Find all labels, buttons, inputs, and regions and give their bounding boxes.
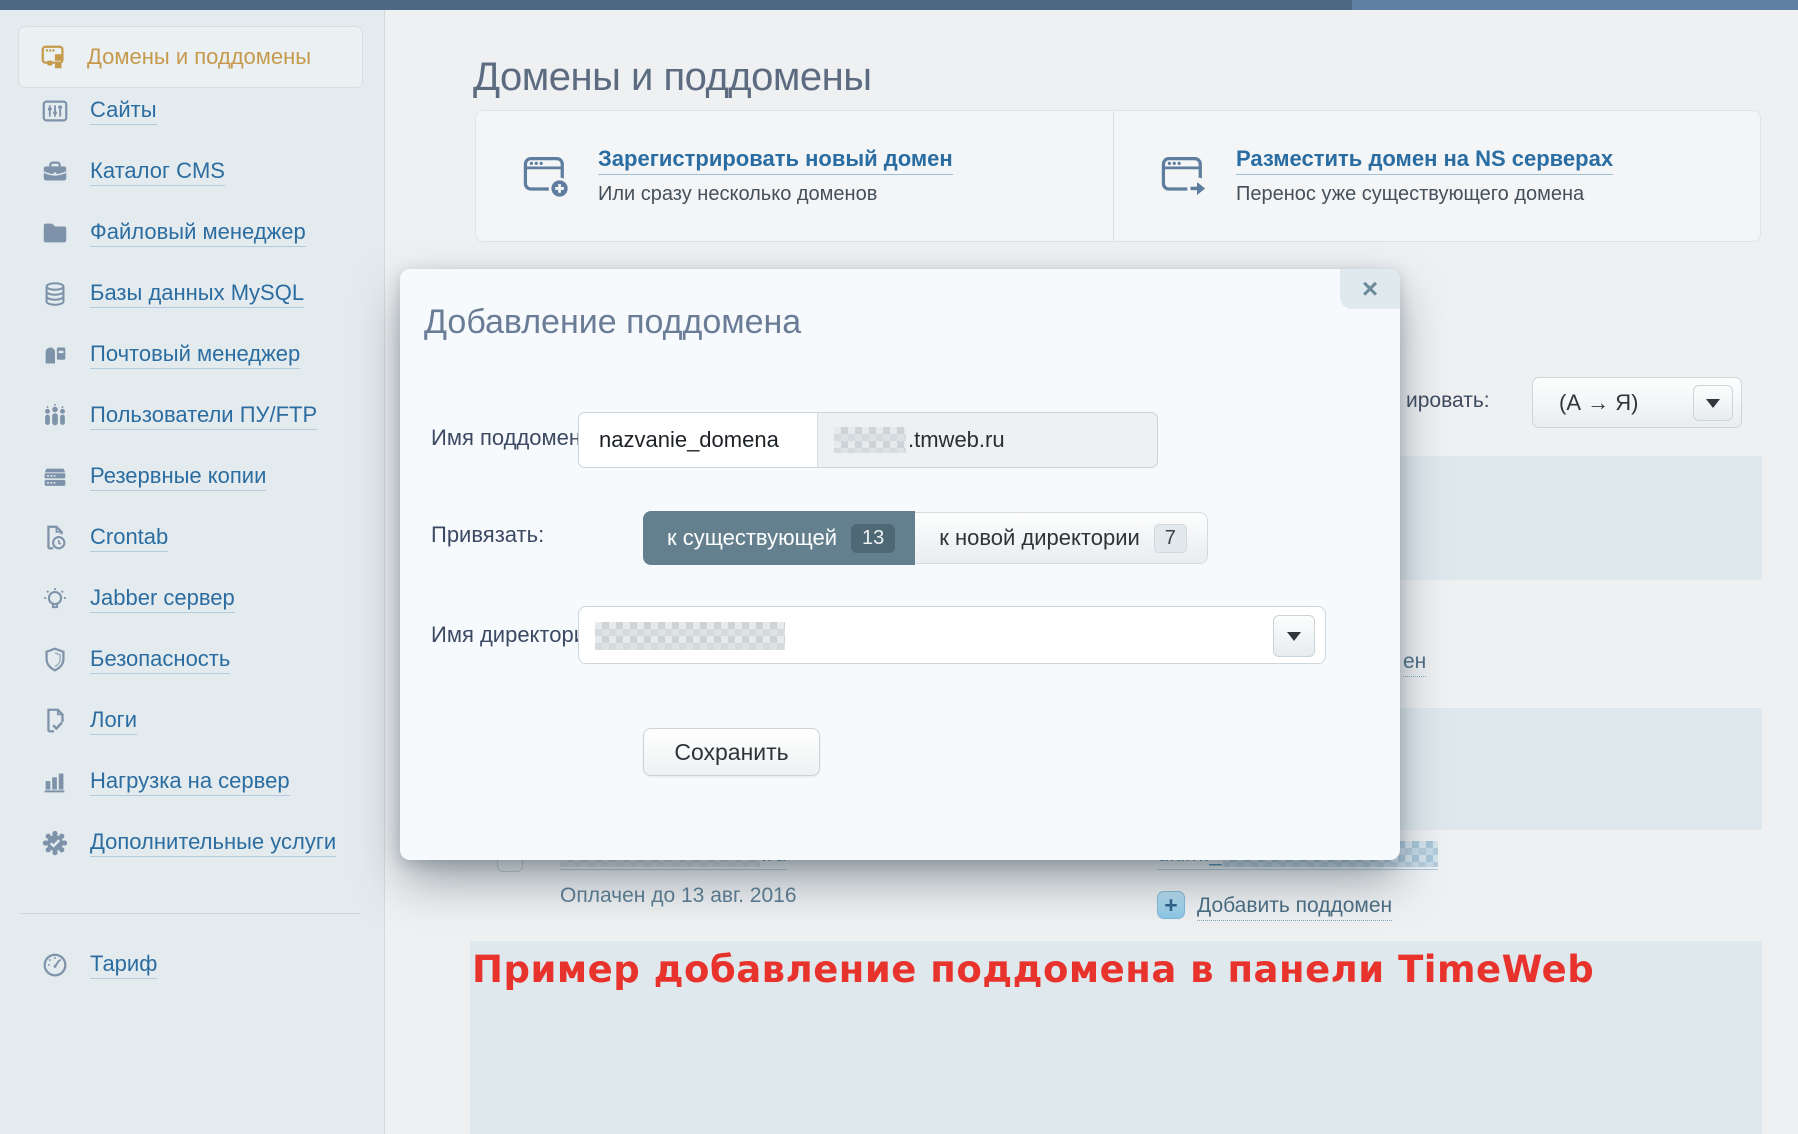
bind-new-directory-option[interactable]: к новой директории 7	[915, 512, 1208, 564]
register-domain-subtitle: Или сразу несколько доменов	[598, 183, 953, 206]
sidebar-item-mysql[interactable]: Базы данных MySQL	[0, 263, 384, 324]
sidebar-item-label: Jabber сервер	[90, 585, 235, 613]
domain-suffix-text: .tmweb.ru	[908, 427, 1005, 453]
sites-icon	[40, 96, 70, 126]
chevron-down-icon	[1287, 632, 1301, 641]
domains-icon	[39, 42, 69, 72]
sidebar-item-label: Логи	[90, 707, 137, 735]
sidebar-item-label: Почтовый менеджер	[90, 341, 300, 369]
sidebar-item-jabber[interactable]: Jabber сервер	[0, 568, 384, 629]
page-title: Домены и поддомены	[473, 55, 871, 100]
users-icon	[40, 401, 70, 431]
sidebar-item-label: Файловый менеджер	[90, 219, 306, 247]
sidebar-item-logs[interactable]: Логи	[0, 690, 384, 751]
sidebar-item-label: Базы данных MySQL	[90, 280, 304, 308]
jabber-icon	[40, 584, 70, 614]
sidebar-item-crontab[interactable]: Crontab	[0, 507, 384, 568]
top-accent-bar	[0, 0, 1798, 10]
sidebar-item-cms-catalog[interactable]: Каталог CMS	[0, 141, 384, 202]
directory-select[interactable]	[578, 606, 1326, 664]
directory-select-button[interactable]	[1273, 615, 1315, 657]
subdomain-name-input[interactable]	[578, 412, 818, 468]
count-badge: 13	[851, 524, 895, 553]
chevron-down-icon	[1706, 399, 1720, 408]
bind-label: Привязать:	[431, 522, 544, 548]
sidebar-item-mail-manager[interactable]: Почтовый менеджер	[0, 324, 384, 385]
sidebar-divider	[20, 913, 360, 914]
host-domain-icon	[1158, 150, 1210, 202]
file-manager-icon	[40, 218, 70, 248]
sidebar-item-security[interactable]: Безопасность	[0, 629, 384, 690]
bind-existing-directory-option[interactable]: к существующей 13	[643, 511, 915, 565]
host-domain-subtitle: Перенос уже существующего домена	[1236, 183, 1613, 206]
sidebar-item-users-ftp[interactable]: Пользователи ПУ/FTP	[0, 385, 384, 446]
crontab-icon	[40, 523, 70, 553]
sidebar-item-label: Каталог CMS	[90, 158, 225, 186]
cms-catalog-icon	[40, 157, 70, 187]
directory-bind-toggle: к существующей 13 к новой директории 7	[643, 511, 1208, 565]
sidebar-item-server-load[interactable]: Нагрузка на сервер	[0, 751, 384, 812]
sidebar-item-domains[interactable]: Домены и поддомены	[18, 26, 363, 88]
server-load-icon	[40, 767, 70, 797]
mysql-icon	[40, 279, 70, 309]
modal-close-button[interactable]: ×	[1340, 269, 1400, 309]
register-domain-icon	[520, 150, 572, 202]
sort-value: (А → Я)	[1533, 390, 1638, 416]
sidebar-item-label: Crontab	[90, 524, 168, 552]
sort-dropdown-button[interactable]	[1693, 385, 1733, 421]
mail-manager-icon	[40, 340, 70, 370]
extra-services-icon	[40, 828, 70, 858]
sidebar-item-label: Дополнительные услуги	[90, 829, 336, 857]
sidebar-item-sites[interactable]: Сайты	[0, 80, 384, 141]
domain-suffix-field: .tmweb.ru	[818, 412, 1158, 468]
backups-icon	[40, 462, 70, 492]
security-icon	[40, 645, 70, 675]
count-badge: 7	[1154, 524, 1187, 553]
sidebar-item-label: Пользователи ПУ/FTP	[90, 402, 317, 430]
top-accent-bar-right	[1352, 0, 1798, 10]
sidebar-item-file-manager[interactable]: Файловый менеджер	[0, 202, 384, 263]
sidebar-item-label: Резервные копии	[90, 463, 266, 491]
register-domain-action: Зарегистрировать новый домен Или сразу н…	[476, 111, 1113, 241]
host-domain-link[interactable]: Разместить домен на NS серверах	[1236, 146, 1613, 175]
add-subdomain-modal: × Добавление поддомена Имя поддомена: .t…	[400, 269, 1400, 860]
close-icon: ×	[1362, 273, 1378, 305]
save-button[interactable]: Сохранить	[643, 728, 820, 776]
sidebar-item-label: Тариф	[90, 951, 157, 979]
host-domain-action: Разместить домен на NS серверах Перенос …	[1113, 111, 1760, 241]
sidebar-menu: Сайты Каталог CMS Файловый менеджер Базы…	[0, 80, 384, 873]
sidebar: Домены и поддомены Сайты Каталог CMS Фай…	[0, 10, 385, 1134]
annotation-caption: Пример добавление поддомена в панели Tim…	[472, 948, 1594, 991]
modal-title: Добавление поддомена	[424, 303, 801, 342]
redacted-directory-name	[595, 622, 785, 650]
redacted-account-name	[834, 427, 906, 453]
sort-label-fragment: ировать:	[1406, 389, 1490, 413]
domain-actions-card: Зарегистрировать новый домен Или сразу н…	[475, 110, 1761, 242]
logs-icon	[40, 706, 70, 736]
sidebar-item-label: Нагрузка на сервер	[90, 768, 290, 796]
sidebar-item-tariff[interactable]: Тариф	[0, 934, 384, 995]
sidebar-item-backups[interactable]: Резервные копии	[0, 446, 384, 507]
tariff-icon	[40, 950, 70, 980]
sort-dropdown[interactable]: (А → Я)	[1532, 377, 1742, 428]
timeweb-panel: Домены и поддомены Сайты Каталог CMS Фай…	[0, 0, 1798, 1134]
sidebar-item-label: Безопасность	[90, 646, 230, 674]
sidebar-item-label: Сайты	[90, 97, 157, 125]
sidebar-item-label: Домены и поддомены	[87, 44, 311, 70]
sidebar-item-extra-services[interactable]: Дополнительные услуги	[0, 812, 384, 873]
subdomain-name-label: Имя поддомена:	[431, 425, 599, 451]
register-domain-link[interactable]: Зарегистрировать новый домен	[598, 146, 953, 175]
